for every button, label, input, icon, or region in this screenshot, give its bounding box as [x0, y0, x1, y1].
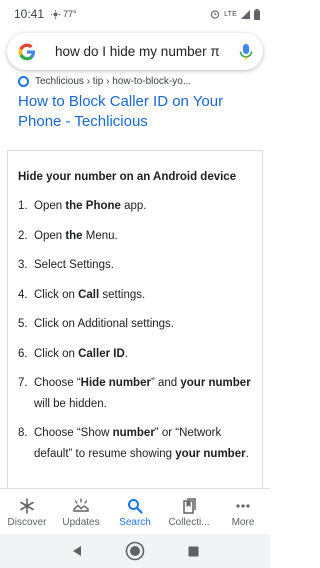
step-text: Choose “Show number” or “Network default… — [34, 423, 252, 464]
step-text: Select Settings. — [34, 255, 252, 276]
step-text-segment: Open — [34, 229, 66, 242]
step-item: 8. Choose “Show number” or “Network defau… — [18, 423, 252, 464]
step-number: 8. — [18, 427, 28, 439]
google-logo-icon[interactable] — [17, 42, 37, 62]
step-text: Click on Additional settings. — [34, 314, 252, 335]
alarm-icon — [210, 10, 220, 19]
snippet-heading: Hide your number on an Android device — [18, 171, 237, 183]
step-text-segment: Choose “Show — [34, 427, 113, 439]
step-text-segment: . — [124, 347, 128, 360]
network-type: LTE — [224, 10, 237, 18]
step-item: 5. Click on Additional settings. — [18, 314, 252, 335]
step-item: 7. Choose “Hide number” and your number w… — [18, 373, 252, 414]
battery-icon — [254, 8, 260, 20]
breadcrumb-text[interactable]: Techlicious › tip › how-to-block-yo... — [35, 76, 191, 87]
step-number: 3. — [18, 259, 28, 271]
nav-more[interactable]: More — [216, 497, 270, 528]
microphone-icon[interactable] — [239, 43, 253, 61]
collections-icon — [183, 498, 196, 514]
step-text-bold: Hide number — [80, 377, 151, 389]
site-favicon-icon — [18, 75, 29, 87]
step-text-segment: settings. — [99, 288, 146, 301]
step-item: 1. Open the Phone app. — [18, 196, 252, 217]
step-text-segment: will be hidden. — [34, 397, 107, 410]
step-number: 5. — [18, 318, 28, 330]
step-text-segment: . — [245, 447, 249, 460]
step-text-segment: Open — [34, 200, 66, 212]
featured-snippet-card: Hide your number on an Android device 1.… — [7, 150, 263, 488]
asterisk-icon — [20, 498, 34, 514]
nav-label-collections: Collecti... — [168, 517, 210, 528]
temperature: 77° — [63, 9, 77, 19]
step-text-segment: Choose “ — [34, 377, 81, 389]
steps-list: 1. Open the Phone app. 2. Open the Menu. 3. S… — [18, 196, 252, 464]
breadcrumb[interactable]: Techlicious › tip › how-to-block-yo... — [18, 72, 252, 90]
back-icon[interactable] — [71, 545, 83, 557]
weather: 77° — [51, 9, 77, 19]
step-text: Click on Caller ID. — [34, 344, 252, 365]
step-text-segment: app. — [120, 200, 147, 212]
nav-label-updates: Updates — [62, 517, 100, 528]
signal-icon — [241, 9, 250, 19]
recents-icon[interactable] — [188, 546, 199, 557]
search-input[interactable]: how do I hide my number π — [55, 44, 233, 59]
step-text-segment: Select Settings. — [34, 259, 114, 271]
clock: 10:41 — [14, 7, 45, 21]
step-text-bold: Call — [78, 288, 100, 301]
step-item: 3. Select Settings. — [18, 255, 252, 276]
step-text-bold: your number — [180, 377, 251, 389]
step-text: Open the Menu. — [34, 226, 252, 247]
step-number: 6. — [18, 347, 28, 360]
step-text: Open the Phone app. — [34, 196, 252, 217]
step-number: 1. — [18, 200, 28, 212]
step-text-segment: Click on Additional settings. — [34, 318, 174, 330]
nav-collections[interactable]: Collecti... — [162, 497, 216, 528]
step-text-segment: Click on — [34, 347, 79, 360]
step-item: 2. Open the Menu. — [18, 226, 252, 247]
updates-icon — [73, 498, 89, 512]
step-text-bold: the Phone — [65, 200, 121, 212]
nav-updates[interactable]: Updates — [54, 497, 108, 528]
search-bar[interactable]: how do I hide my number π — [7, 33, 263, 70]
step-text-segment: Menu. — [82, 229, 118, 242]
step-text: Click on Call settings. — [34, 285, 252, 306]
status-bar: 10:41 77° LTE — [0, 0, 270, 28]
nav-label-more: More — [231, 517, 255, 528]
search-result-header: Techlicious › tip › how-to-block-yo... H… — [0, 72, 270, 132]
step-text-bold: your number — [175, 447, 246, 460]
system-nav-bar — [0, 534, 270, 568]
step-number: 2. — [18, 229, 28, 242]
step-number: 4. — [18, 288, 28, 301]
step-item: 6. Click on Caller ID. — [18, 344, 252, 365]
weather-sun-icon — [51, 9, 61, 19]
step-number: 7. — [18, 377, 28, 389]
result-title-link[interactable]: How to Block Caller ID on Your Phone - T… — [18, 92, 252, 132]
nav-discover[interactable]: Discover — [0, 497, 54, 528]
more-icon — [236, 504, 250, 508]
step-text-segment: Click on — [34, 288, 79, 301]
step-text-segment: ” and — [150, 377, 181, 389]
bottom-nav: Discover Updates Search Collecti... More — [0, 488, 270, 534]
step-text-bold: Caller ID — [78, 347, 125, 360]
nav-label-discover: Discover — [7, 517, 47, 528]
step-item: 4. Click on Call settings. — [18, 285, 252, 306]
nav-label-search: Search — [119, 517, 151, 528]
step-text-bold: the — [65, 229, 83, 242]
home-icon[interactable] — [125, 541, 145, 561]
step-text-bold: number — [112, 427, 155, 439]
step-text: Choose “Hide number” and your number wil… — [34, 373, 252, 414]
nav-search[interactable]: Search — [108, 497, 162, 528]
search-icon — [128, 499, 143, 514]
